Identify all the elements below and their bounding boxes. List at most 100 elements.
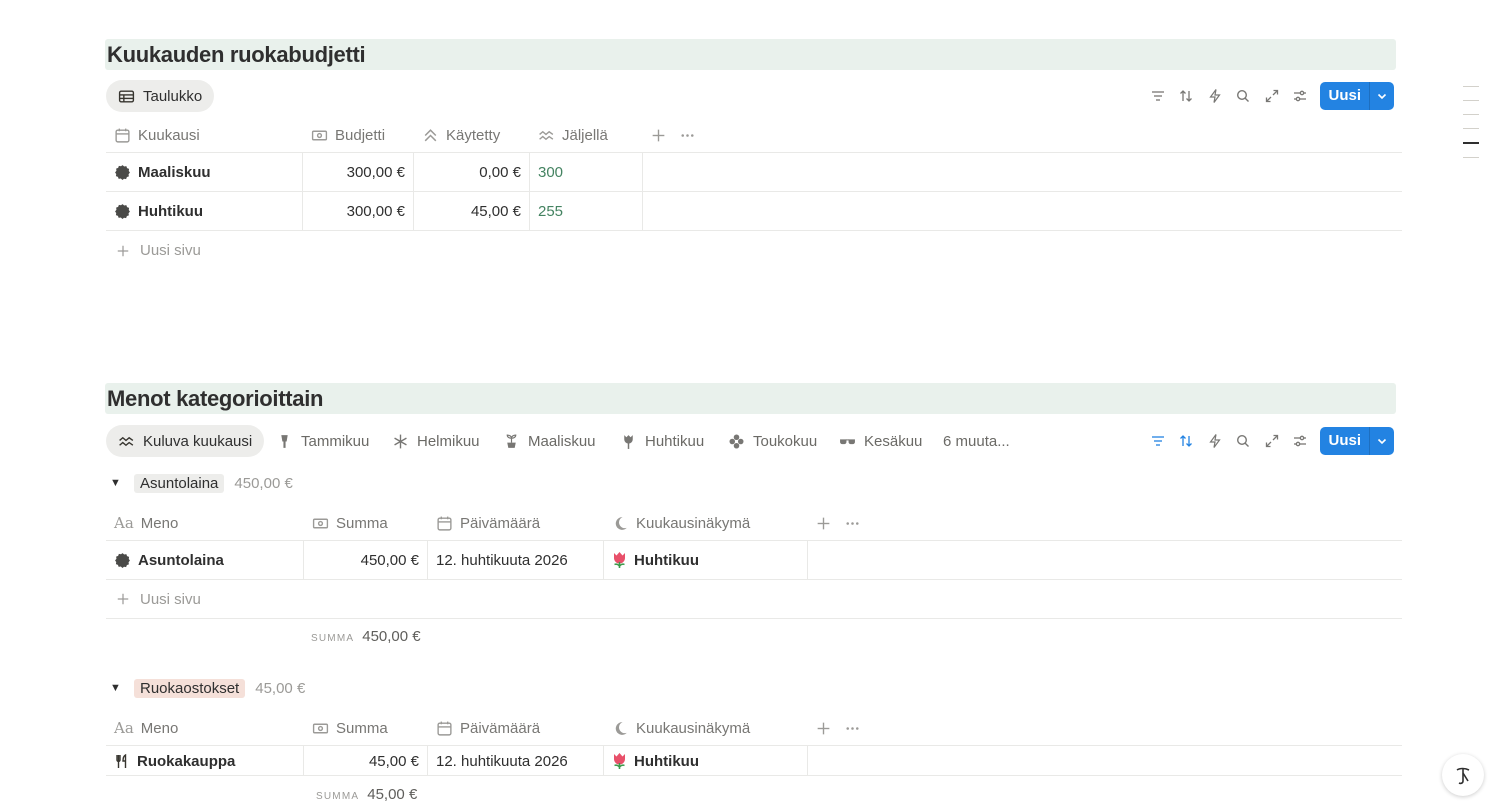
new-page-button[interactable]: Uusi sivu xyxy=(106,580,1402,619)
expand-icon[interactable] xyxy=(1258,82,1286,110)
spent-value[interactable]: 45,00 € xyxy=(414,192,530,230)
date-value[interactable]: 12. huhtikuuta 2026 xyxy=(428,541,604,579)
column-header-summa[interactable]: Summa xyxy=(304,710,388,746)
table-row[interactable]: Huhtikuu 300,00 € 45,00 € 255 xyxy=(106,192,1402,231)
column-header-meno[interactable]: Aa Meno xyxy=(106,505,178,541)
outline-line[interactable] xyxy=(1463,100,1479,101)
expense-name: Asuntolaina xyxy=(138,551,224,569)
column-header-jaljella[interactable]: Jäljellä xyxy=(530,117,608,153)
sort-icon[interactable] xyxy=(1172,427,1200,455)
sum-value[interactable]: 450,00 € xyxy=(304,541,428,579)
collapse-triangle-icon[interactable]: ▼ xyxy=(110,682,124,694)
more-views-button[interactable]: 6 muuta... xyxy=(931,425,1022,457)
remaining-value[interactable]: 300 xyxy=(530,153,643,191)
fork-knife-icon xyxy=(116,753,127,768)
group-header-ruokaostokset[interactable]: ▼ Ruokaostokset 45,00 € xyxy=(110,676,305,700)
expenses-table-asuntolaina: Aa Meno Summa Päivämäärä Kuukausinäkymä … xyxy=(106,505,1402,619)
add-column-icon[interactable] xyxy=(642,117,667,153)
outline-line-current[interactable] xyxy=(1463,142,1479,144)
row-title[interactable]: Maaliskuu xyxy=(106,153,303,191)
more-options-icon[interactable] xyxy=(836,710,861,746)
new-button[interactable]: Uusi xyxy=(1320,427,1394,455)
tab-maaliskuu[interactable]: Maaliskuu xyxy=(491,425,608,457)
table-row[interactable]: Maaliskuu 300,00 € 0,00 € 300 xyxy=(106,153,1402,192)
calc-summa-ruokaostokset[interactable]: SUMMA 45,00 € xyxy=(316,786,417,803)
automation-bolt-icon[interactable] xyxy=(1201,427,1229,455)
add-column-icon[interactable] xyxy=(807,505,832,541)
more-options-icon[interactable] xyxy=(671,117,696,153)
column-header-kaytetty[interactable]: Käytetty xyxy=(414,117,500,153)
tab-tammikuu[interactable]: Tammikuu xyxy=(264,425,381,457)
filter-icon[interactable] xyxy=(1144,82,1172,110)
text-property-icon: Aa xyxy=(114,719,134,737)
tab-label: Taulukko xyxy=(143,87,203,105)
new-page-button[interactable]: Uusi sivu xyxy=(106,231,1402,270)
outline-line[interactable] xyxy=(1463,128,1479,129)
group-header-asuntolaina[interactable]: ▼ Asuntolaina 450,00 € xyxy=(110,471,293,495)
tulip-emoji-icon xyxy=(614,753,625,769)
column-header-kuukausi[interactable]: Kuukausi xyxy=(106,117,200,153)
column-header-meno[interactable]: Aa Meno xyxy=(106,710,178,746)
column-header-paivamaara[interactable]: Päivämäärä xyxy=(428,710,540,746)
table-row[interactable]: Asuntolaina 450,00 € 12. huhtikuuta 2026… xyxy=(106,541,1402,580)
collapse-triangle-icon[interactable]: ▼ xyxy=(110,477,124,489)
column-header-kuukausinakyma[interactable]: Kuukausinäkymä xyxy=(604,505,750,541)
search-icon[interactable] xyxy=(1229,427,1257,455)
column-label: Meno xyxy=(140,514,179,532)
column-header-kuukausinakyma[interactable]: Kuukausinäkymä xyxy=(604,710,750,746)
column-header-budjetti[interactable]: Budjetti xyxy=(303,117,385,153)
month-name: Huhtikuu xyxy=(634,551,699,569)
budget-heading: Kuukauden ruokabudjetti xyxy=(105,39,1396,70)
budget-value[interactable]: 300,00 € xyxy=(303,192,414,230)
summa-label: SUMMA xyxy=(316,791,360,802)
outline-line[interactable] xyxy=(1463,86,1479,87)
remaining-value[interactable]: 255 xyxy=(530,192,643,230)
expenses-table-ruokaostokset: Aa Meno Summa Päivämäärä Kuukausinäkymä … xyxy=(106,710,1402,776)
spent-value[interactable]: 0,00 € xyxy=(414,153,530,191)
search-icon[interactable] xyxy=(1229,82,1257,110)
row-title[interactable]: Huhtikuu xyxy=(106,192,303,230)
sort-icon[interactable] xyxy=(1172,82,1200,110)
filter-icon[interactable] xyxy=(1144,427,1172,455)
column-label: Budjetti xyxy=(335,126,386,144)
row-title[interactable]: Asuntolaina xyxy=(106,541,304,579)
settings-sliders-icon[interactable] xyxy=(1286,427,1314,455)
page-outline[interactable] xyxy=(1463,86,1479,171)
outline-line[interactable] xyxy=(1463,114,1479,115)
money-icon xyxy=(312,723,329,733)
expand-icon[interactable] xyxy=(1258,427,1286,455)
outline-line[interactable] xyxy=(1463,157,1479,158)
column-header-paivamaara[interactable]: Päivämäärä xyxy=(428,505,540,541)
tab-helmikuu[interactable]: Helmikuu xyxy=(380,425,492,457)
automation-bolt-icon[interactable] xyxy=(1201,82,1229,110)
tab-kuluva-kuukausi[interactable]: Kuluva kuukausi xyxy=(106,425,265,457)
tab-toukokuu[interactable]: Toukokuu xyxy=(716,425,829,457)
chevron-down-icon[interactable] xyxy=(1370,82,1394,110)
text-property-icon: Aa xyxy=(114,514,134,532)
month-relation[interactable]: Huhtikuu xyxy=(604,746,808,776)
settings-sliders-icon[interactable] xyxy=(1286,82,1314,110)
date-value[interactable]: 12. huhtikuuta 2026 xyxy=(428,746,604,776)
tab-kesakuu[interactable]: Kesäkuu xyxy=(827,425,934,457)
row-title[interactable]: Ruokakauppa xyxy=(106,746,304,776)
add-column-icon[interactable] xyxy=(807,710,832,746)
chevron-down-icon[interactable] xyxy=(1370,427,1394,455)
month-relation[interactable]: Huhtikuu xyxy=(604,541,808,579)
table-row[interactable]: Ruokakauppa 45,00 € 12. huhtikuuta 2026 … xyxy=(106,746,1402,776)
new-button[interactable]: Uusi xyxy=(1320,82,1394,110)
budget-toolbar: Uusi xyxy=(1143,80,1394,112)
budget-value[interactable]: 300,00 € xyxy=(303,153,414,191)
calc-summa-asuntolaina[interactable]: SUMMA 450,00 € xyxy=(311,628,421,645)
column-header-summa[interactable]: Summa xyxy=(304,505,388,541)
calendar-icon xyxy=(437,516,452,531)
ai-assistant-button[interactable] xyxy=(1442,754,1484,796)
sum-value[interactable]: 45,00 € xyxy=(304,746,428,776)
more-options-icon[interactable] xyxy=(836,505,861,541)
plus-icon xyxy=(117,245,129,256)
tab-label: Helmikuu xyxy=(417,432,480,450)
column-label: Jäljellä xyxy=(562,126,608,144)
more-views-label: 6 muuta... xyxy=(943,432,1010,450)
tab-huhtikuu[interactable]: Huhtikuu xyxy=(608,425,716,457)
tab-taulukko[interactable]: Taulukko xyxy=(106,80,215,112)
column-label: Summa xyxy=(336,719,388,737)
